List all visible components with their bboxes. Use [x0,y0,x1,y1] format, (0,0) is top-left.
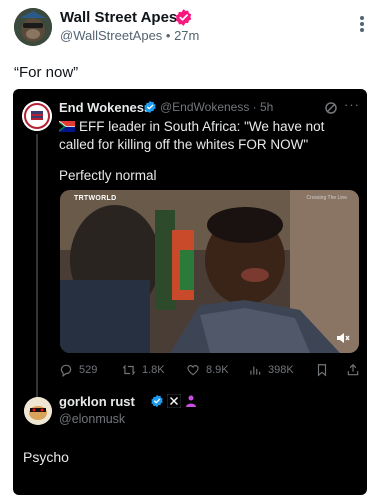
quote-more-icon[interactable]: ··· [344,97,360,112]
reply-author-name[interactable]: gorklon rust [59,394,135,409]
post-text: “For now” [14,64,79,81]
views-icon [250,366,261,375]
view-count: 398K [268,364,294,376]
verified-badge-icon [151,394,163,408]
mute-icon[interactable] [335,331,351,345]
ape-avatar-icon [14,8,52,46]
video-media[interactable]: TRTWORLD Crossing The Line [60,190,359,353]
author-handle: @WallStreetApes • 27m [60,28,200,43]
quote-comment: Perfectly normal [59,168,157,183]
post-header: Wall Street Apes @WallStreetApes • 27m [14,8,369,48]
channel-logo: TRTWORLD [74,195,117,202]
repost-count: 1.8K [142,364,165,376]
video-frame-image [60,190,359,353]
quote-author-name[interactable]: End Wokeness [59,100,151,115]
verified-badge-icon [144,100,156,114]
reply-icon [60,364,72,377]
quoted-post[interactable]: End Wokeness @EndWokeness · 5h ··· EFF l… [13,89,367,495]
share-button[interactable] [346,361,366,379]
verified-badge-icon [175,9,192,26]
action-bar: 529 1.8K 8.9K 398K [59,361,364,381]
x-affiliate-icon [167,394,181,408]
grok-icon[interactable] [323,100,339,116]
south-africa-flag-icon [59,121,75,132]
quote-body: EFF leader in South Africa: "We have not… [59,118,359,154]
share-icon [347,363,359,376]
quote-author-handle: @EndWokeness · 5h [160,100,274,114]
more-options-icon[interactable] [359,16,365,36]
heart-icon [187,365,199,376]
quote-avatar[interactable] [22,101,52,131]
doge-avatar-icon [24,397,52,425]
reply-avatar[interactable] [24,397,52,425]
quote-text: EFF leader in South Africa: "We have not… [59,119,325,152]
reply-count: 529 [79,364,98,376]
repost-button[interactable]: 1.8K [122,361,165,379]
reply-text: Psycho [23,449,69,465]
views-button[interactable]: 398K [248,361,294,379]
repost-icon [122,364,136,376]
author-name[interactable]: Wall Street Apes [60,9,177,26]
government-badge-icon [186,395,196,407]
reply-button[interactable]: 529 [59,361,97,379]
seal-avatar-icon [22,101,52,131]
reply-author-handle: @elonmusk [59,412,126,426]
like-button[interactable]: 8.9K [186,361,229,379]
video-caption: Crossing The Line [306,195,348,201]
like-count: 8.9K [206,364,229,376]
avatar[interactable] [14,8,52,46]
thread-line [36,134,38,424]
bookmark-icon [317,364,327,377]
bookmark-button[interactable] [315,361,335,379]
